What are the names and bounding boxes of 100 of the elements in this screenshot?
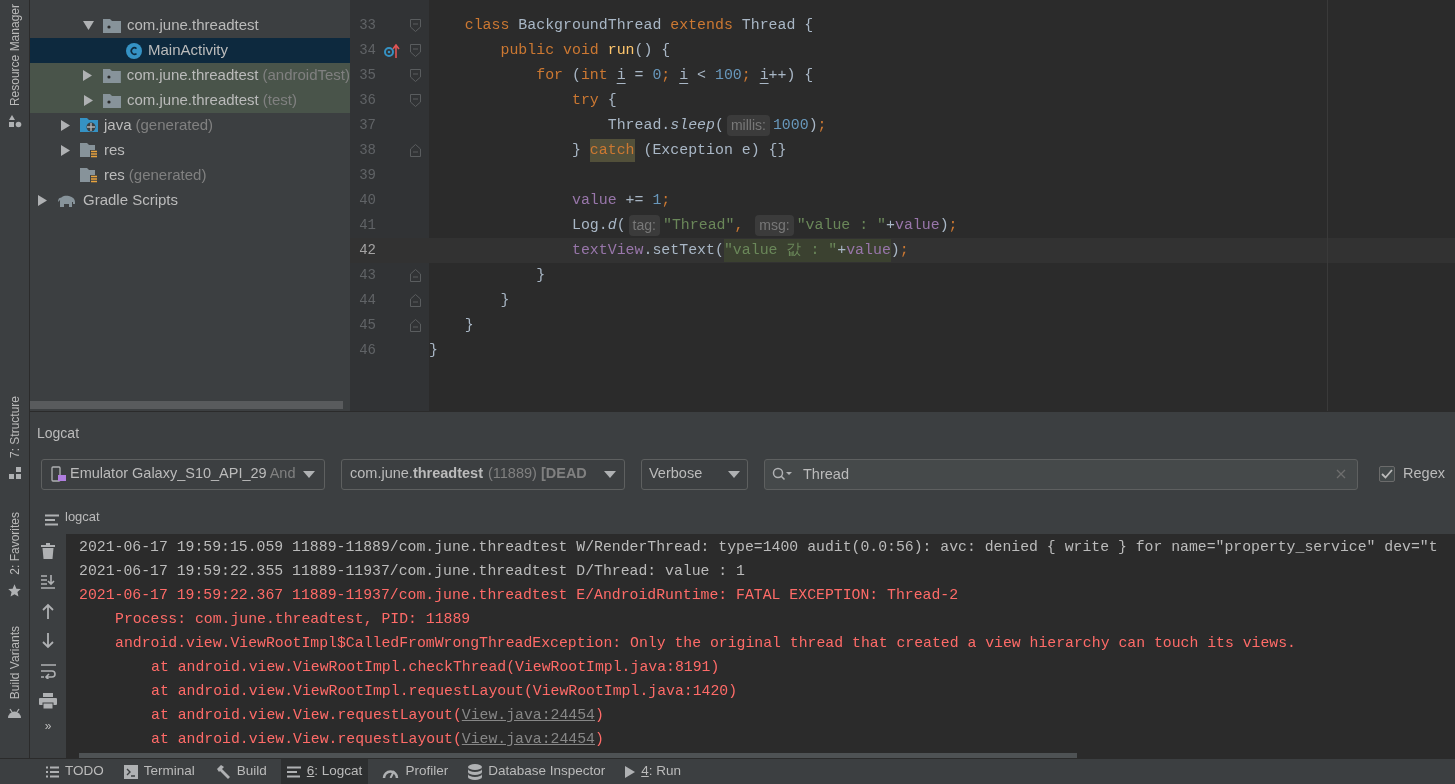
android-icon [7, 706, 22, 719]
code-token: "Thread" [662, 216, 735, 236]
code-token: i [759, 66, 769, 86]
code-token: } [535, 266, 546, 286]
override-marker-icon[interactable] [384, 43, 400, 58]
down-arrow-icon[interactable] [41, 633, 55, 649]
scroll-to-end-icon[interactable] [40, 573, 56, 589]
package-icon [103, 18, 121, 33]
code-token: ++) { [768, 66, 814, 86]
code-token: "value : " [796, 216, 887, 236]
code-token: class [463, 16, 510, 36]
code-token: { [606, 91, 617, 111]
tree-item-label: MainActivity [148, 40, 229, 61]
phone-icon [51, 465, 67, 483]
fold-marker-icon[interactable] [409, 19, 421, 32]
fold-marker-icon[interactable] [409, 269, 421, 282]
log-line: ) [595, 705, 604, 725]
tree-item[interactable]: Gradle Scripts [30, 188, 350, 213]
logcat-icon [45, 514, 59, 526]
tree-item[interactable]: MainActivity [30, 38, 350, 63]
tool-window-tab[interactable]: Build Variants [5, 625, 24, 699]
source-link[interactable]: View.java:24454 [461, 727, 595, 751]
tree-item-suffix: (generated) [135, 115, 214, 136]
tool-window-tab[interactable]: Terminal [117, 759, 201, 784]
log-line: at android.view.View.requestLayout( [151, 729, 462, 749]
logcat-tab[interactable]: logcat [65, 506, 100, 526]
tree-item[interactable]: com.june.threadtest [30, 13, 350, 38]
code-token: ) [890, 241, 900, 261]
code-token: catch [589, 139, 635, 162]
code-token: value [846, 239, 891, 262]
parameter-hint: millis: [726, 115, 770, 136]
code-token: ; [817, 116, 827, 136]
play-icon [625, 765, 636, 778]
package-icon [103, 93, 121, 108]
log-line: ) [595, 729, 604, 749]
caret-icon [303, 470, 315, 478]
fold-marker-icon[interactable] [409, 144, 421, 157]
horizontal-scrollbar[interactable] [30, 401, 343, 409]
code-token: Log. [570, 216, 608, 236]
code-token: } [463, 316, 474, 336]
trash-icon[interactable] [41, 543, 55, 559]
code-token: 0 [652, 66, 662, 86]
collapsed-arrow-icon[interactable] [60, 120, 71, 131]
code-token: ; [948, 216, 958, 236]
fold-marker-icon[interactable] [409, 319, 421, 332]
horizontal-scrollbar[interactable] [79, 753, 1077, 758]
code-token: 1000 [772, 116, 809, 136]
class-icon [126, 42, 142, 59]
log-line: 2021-06-17 19:59:15.059 11889-11889/com.june.threadtest W/RenderThread: type=1400 audit(0.0:56): avc: denied { write } for name="property_service" dev="t [79, 537, 1438, 557]
print-icon[interactable] [39, 693, 57, 709]
regex-checkbox[interactable] [1379, 466, 1396, 482]
code-token: < [696, 66, 708, 86]
collapsed-arrow-icon[interactable] [37, 195, 48, 206]
code-token: int [580, 66, 609, 86]
source-link[interactable]: View.java:24454 [461, 703, 595, 727]
tool-window-tab[interactable]: Profiler [376, 759, 455, 784]
tree-item-label: res [104, 165, 125, 186]
code-token: } [570, 141, 582, 161]
tool-window-tab[interactable]: TODO [40, 759, 110, 784]
tree-item[interactable]: res (generated) [30, 163, 350, 188]
tool-window-tab[interactable]: Database Inspector [462, 759, 612, 784]
tool-window-tab[interactable]: 7: Structure [5, 396, 24, 459]
tree-item-label: com.june.threadtest [127, 15, 259, 36]
code-token: 100 [715, 66, 742, 86]
search-icon[interactable] [772, 466, 792, 481]
process-dropdown[interactable]: com.june.threadtest (11889) [DEAD [341, 458, 625, 490]
tool-window-tab[interactable]: 2: Favorites [5, 512, 24, 575]
fold-marker-icon[interactable] [409, 94, 421, 107]
code-token: d [607, 216, 617, 236]
tool-window-tab[interactable]: 4: Run [619, 759, 687, 784]
code-token: += [624, 191, 645, 211]
tree-item[interactable]: res [30, 138, 350, 163]
tree-item[interactable]: java (generated) [30, 113, 350, 138]
collapsed-arrow-icon[interactable] [60, 145, 71, 156]
tool-window-tab[interactable]: Build [208, 759, 273, 784]
resource-folder-icon [80, 142, 98, 159]
tree-item-label: java [104, 115, 132, 136]
expanded-arrow-icon[interactable] [83, 20, 94, 31]
tool-window-tab[interactable]: 6: Logcat [280, 759, 369, 784]
code-token: "value 값 : " [723, 239, 838, 262]
soft-wrap-icon[interactable] [39, 663, 57, 679]
tree-item-label: Gradle Scripts [83, 190, 179, 211]
more-button[interactable]: » [44, 717, 52, 735]
fold-marker-icon[interactable] [409, 44, 421, 57]
fold-marker-icon[interactable] [409, 69, 421, 82]
tool-window-tab[interactable]: Resource Manager [5, 4, 24, 107]
code-token: public void [499, 41, 599, 61]
log-line: 2021-06-17 19:59:22.367 11889-11937/com.june.threadtest E/AndroidRuntime: FATAL EXCEPTION: Thread-2 [79, 585, 959, 605]
up-arrow-icon[interactable] [41, 603, 55, 619]
code-token: Thread { [740, 16, 814, 36]
collapsed-arrow-icon[interactable] [83, 70, 94, 81]
fold-marker-icon[interactable] [409, 294, 421, 307]
code-token: ) [808, 116, 818, 136]
code-token: ; [661, 191, 671, 211]
device-dropdown[interactable]: Emulator Galaxy_S10_API_29 And [41, 458, 325, 490]
search-field[interactable]: Thread [764, 458, 1358, 490]
log-level-dropdown[interactable]: Verbose [641, 458, 748, 490]
code-token: } [499, 291, 510, 311]
regex-label: Regex [1403, 464, 1445, 484]
collapsed-arrow-icon[interactable] [83, 95, 94, 106]
